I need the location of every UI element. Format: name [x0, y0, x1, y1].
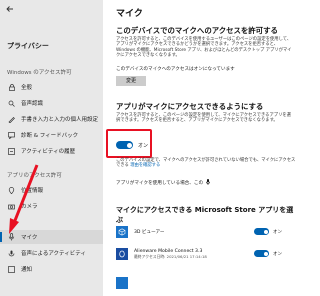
toggle-knob	[263, 229, 268, 234]
sidebar-item-label: 手書き入力と入力の個人用設定	[21, 117, 99, 123]
sidebar-item-voice-activation[interactable]: 音声によるアクティビティ	[0, 246, 103, 260]
speech-icon	[8, 100, 15, 107]
active-indicator	[0, 232, 2, 242]
sidebar-item-label: カメラ	[21, 204, 38, 210]
app-row-alienware: Alienware Mobile Connect 3.3 最終アクセス日時: 2…	[116, 245, 296, 263]
app-last-accessed: 最終アクセス日時: 2021/06/21 17:14:18	[134, 253, 207, 259]
sidebar-item-general[interactable]: 全般	[0, 80, 103, 94]
app-row-partial	[116, 274, 296, 292]
sidebar-title: プライバシー	[7, 42, 49, 50]
microphone-icon	[8, 233, 15, 241]
camera-icon	[8, 203, 15, 210]
sidebar: プライバシー Windows のアクセス許可 全般 音声認識 手書き入力と入力の…	[0, 0, 103, 296]
desktop-app-note: このデバイスの設定で、マイクへのアクセスが許可されていない場合でも、マイクにアク…	[116, 158, 296, 169]
toggle-switch[interactable]	[254, 250, 269, 257]
mic-in-use-text: アプリがマイクを使用している場合、この	[116, 181, 204, 186]
microphone-icon	[206, 179, 211, 187]
main-panel: マイク このデバイスでのマイクへのアクセスを許可する アクセスを許可すると、この…	[103, 0, 300, 296]
sidebar-item-feedback[interactable]: 診断 & フィードバック	[0, 128, 103, 142]
section-app-access-heading: アプリがマイクにアクセスできるようにする	[116, 102, 264, 111]
app-name: Alienware Mobile Connect 3.3	[134, 248, 203, 254]
history-icon	[8, 147, 15, 155]
section-store-apps-heading: マイクにアクセスできる Microsoft Store アプリを選ぶ	[116, 206, 294, 224]
app-name: 3D ビューアー	[134, 230, 165, 235]
mic-in-use-note: アプリがマイクを使用している場合、この	[116, 179, 211, 187]
sidebar-group-apps: アプリのアクセス許可	[7, 173, 62, 179]
change-button[interactable]: 変更	[116, 76, 146, 86]
sidebar-item-speech[interactable]: 音声認識	[0, 96, 103, 110]
feedback-icon	[8, 131, 15, 139]
learn-why-link[interactable]: 理由を確認する	[130, 163, 160, 168]
lock-icon	[8, 83, 15, 91]
toggle-state-label: オン	[273, 229, 282, 235]
sidebar-item-label: 全般	[21, 85, 33, 91]
voice-icon	[8, 250, 15, 257]
sidebar-item-label: マイク	[21, 235, 38, 241]
sidebar-group-windows: Windows のアクセス許可	[7, 70, 72, 76]
toggle-knob	[263, 251, 268, 256]
sidebar-item-label: 音声によるアクティビティ	[21, 251, 86, 257]
section-device-access-heading: このデバイスでのマイクへのアクセスを許可する	[116, 26, 278, 35]
sidebar-item-location[interactable]: 位置情報	[0, 183, 103, 197]
pen-icon	[8, 116, 15, 123]
alienware-icon	[116, 248, 128, 260]
sidebar-item-label: 診断 & フィードバック	[21, 133, 79, 139]
sidebar-item-handwriting[interactable]: 手書き入力と入力の個人用設定	[0, 112, 103, 126]
app-row-3d-viewer: 3D ビューアー オン	[116, 223, 296, 241]
notification-icon	[8, 265, 15, 273]
sidebar-item-camera[interactable]: カメラ	[0, 199, 103, 213]
device-access-status: このデバイスのマイクへのアクセスはオンになっています	[116, 67, 235, 72]
back-arrow-icon[interactable]	[6, 5, 14, 15]
sidebar-item-notifications[interactable]: 通知	[0, 262, 103, 276]
app-icon	[116, 277, 128, 289]
location-icon	[8, 186, 15, 194]
app-toggle-3d-viewer[interactable]: オン	[254, 228, 282, 235]
sidebar-item-activity-history[interactable]: アクティビティの履歴	[0, 144, 103, 158]
sidebar-item-label: アクティビティの履歴	[21, 149, 76, 155]
app-toggle-alienware[interactable]: オン	[254, 250, 282, 257]
sidebar-item-label: 位置情報	[21, 188, 44, 194]
sidebar-item-microphone[interactable]: マイク	[0, 230, 103, 244]
page-title: マイク	[116, 9, 143, 19]
section-device-access-desc: アクセスを許可すると、このデバイスを使用するユーザーはこのページの設定を使用して…	[116, 37, 292, 59]
highlight-box	[106, 129, 152, 158]
sidebar-item-label: 音声認識	[21, 101, 44, 107]
cube-icon	[116, 226, 128, 238]
sidebar-item-label: 通知	[21, 267, 33, 273]
app-text: Alienware Mobile Connect 3.3 最終アクセス日時: 2…	[134, 249, 207, 260]
toggle-state-label: オン	[273, 251, 282, 257]
section-app-access-desc: アクセスを許可すると、このページの設定を使用して、マイクにアクセスできるアプリを…	[116, 113, 291, 124]
toggle-switch[interactable]	[254, 228, 269, 235]
